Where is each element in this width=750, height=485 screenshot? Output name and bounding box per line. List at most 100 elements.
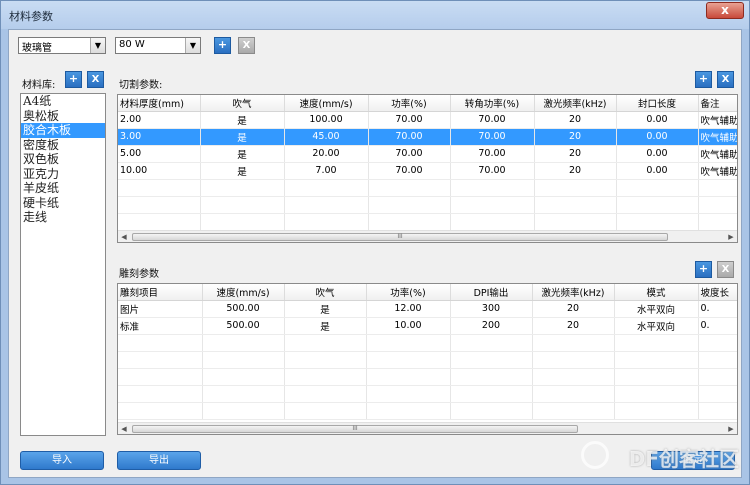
scroll-left-icon[interactable]: ◀ <box>118 423 130 434</box>
table-cell[interactable]: 是 <box>284 317 367 335</box>
delete-engrave-row-button[interactable]: X <box>717 261 734 278</box>
column-header[interactable]: DPI输出 <box>450 284 533 301</box>
table-cell[interactable]: 是 <box>200 111 285 129</box>
table-row[interactable]: 3.00 是 45.00 70.00 70.00 20 0.00 吹气辅助 <box>118 128 737 146</box>
table-cell[interactable]: 70.00 <box>368 111 451 129</box>
table-cell[interactable]: 是 <box>200 128 285 146</box>
delete-material-button[interactable]: X <box>87 71 104 88</box>
scroll-right-icon[interactable]: ▶ <box>725 423 737 434</box>
table-cell[interactable]: 12.00 <box>366 300 451 318</box>
column-header[interactable]: 激光频率(kHz) <box>532 284 615 301</box>
table-row[interactable]: 图片 500.00 是 12.00 300 20 水平双向 0. <box>118 300 737 318</box>
column-header[interactable]: 坡度长 <box>698 284 737 301</box>
table-cell[interactable]: 20 <box>534 162 617 180</box>
column-header[interactable]: 备注 <box>698 95 737 112</box>
power-select[interactable]: 80 W ▼ <box>115 37 201 54</box>
add-cut-row-button[interactable]: + <box>695 71 712 88</box>
table-row[interactable]: 标准 500.00 是 10.00 200 20 水平双向 0. <box>118 317 737 335</box>
table-cell[interactable]: 3.00 <box>118 128 201 146</box>
delete-tube-button[interactable]: X <box>238 37 255 54</box>
close-button[interactable]: x <box>706 2 744 19</box>
table-cell[interactable]: 70.00 <box>450 128 535 146</box>
list-item[interactable]: A4纸 <box>21 94 105 109</box>
table-cell[interactable]: 70.00 <box>368 128 451 146</box>
table-cell[interactable]: 吹气辅助 <box>698 128 737 146</box>
column-header[interactable]: 激光频率(kHz) <box>534 95 617 112</box>
delete-cut-row-button[interactable]: X <box>717 71 734 88</box>
table-cell[interactable]: 吹气辅助 <box>698 111 737 129</box>
table-cell[interactable]: 7.00 <box>284 162 369 180</box>
table-cell[interactable]: 2.00 <box>118 111 201 129</box>
table-row[interactable]: 5.00 是 20.00 70.00 70.00 20 0.00 吹气辅助 <box>118 145 737 163</box>
scroll-left-icon[interactable]: ◀ <box>118 231 130 242</box>
scrollbar-thumb[interactable]: III <box>132 425 578 433</box>
column-header[interactable]: 功率(%) <box>366 284 451 301</box>
column-header[interactable]: 雕刻项目 <box>118 284 203 301</box>
export-button[interactable]: 导出 <box>117 451 201 470</box>
table-cell[interactable]: 70.00 <box>450 162 535 180</box>
engrave-table-scrollbar[interactable]: ◀ III ▶ <box>118 422 737 434</box>
table-row[interactable]: 2.00 是 100.00 70.00 70.00 20 0.00 吹气辅助 <box>118 111 737 129</box>
table-cell[interactable]: 500.00 <box>202 300 285 318</box>
table-cell[interactable]: 5.00 <box>118 145 201 163</box>
list-item[interactable]: 胶合木板 <box>21 123 105 138</box>
scroll-right-icon[interactable]: ▶ <box>725 231 737 242</box>
column-header[interactable]: 速度(mm/s) <box>284 95 369 112</box>
table-cell[interactable]: 水平双向 <box>614 300 699 318</box>
table-cell[interactable]: 0. <box>698 317 737 335</box>
table-cell[interactable]: 200 <box>450 317 533 335</box>
import-button[interactable]: 导入 <box>20 451 104 470</box>
table-cell[interactable]: 45.00 <box>284 128 369 146</box>
list-item[interactable]: 走线 <box>21 210 105 225</box>
column-header[interactable]: 吹气 <box>200 95 285 112</box>
add-material-button[interactable]: + <box>65 71 82 88</box>
table-cell[interactable]: 0. <box>698 300 737 318</box>
column-header[interactable]: 功率(%) <box>368 95 451 112</box>
list-item[interactable]: 硬卡纸 <box>21 196 105 211</box>
table-cell[interactable]: 标准 <box>118 317 203 335</box>
table-cell[interactable]: 20 <box>532 300 615 318</box>
table-cell[interactable]: 是 <box>284 300 367 318</box>
table-cell[interactable]: 500.00 <box>202 317 285 335</box>
table-cell[interactable]: 10.00 <box>118 162 201 180</box>
table-cell[interactable]: 0.00 <box>616 128 699 146</box>
material-library-list[interactable]: A4纸 奥松板 胶合木板 密度板 双色板 亚克力 羊皮纸 硬卡纸 走线 <box>20 93 106 436</box>
table-cell[interactable]: 水平双向 <box>614 317 699 335</box>
table-cell[interactable]: 20 <box>534 145 617 163</box>
table-cell[interactable]: 300 <box>450 300 533 318</box>
scrollbar-thumb[interactable]: III <box>132 233 668 241</box>
list-item[interactable]: 密度板 <box>21 138 105 153</box>
table-cell[interactable]: 吹气辅助 <box>698 162 737 180</box>
table-cell[interactable]: 70.00 <box>450 145 535 163</box>
table-cell[interactable]: 70.00 <box>368 162 451 180</box>
add-engrave-row-button[interactable]: + <box>695 261 712 278</box>
table-cell[interactable]: 0.00 <box>616 111 699 129</box>
table-cell[interactable]: 0.00 <box>616 145 699 163</box>
column-header[interactable]: 材料厚度(mm) <box>118 95 201 112</box>
table-cell[interactable]: 是 <box>200 145 285 163</box>
table-cell[interactable]: 吹气辅助 <box>698 145 737 163</box>
table-cell[interactable]: 图片 <box>118 300 203 318</box>
column-header[interactable]: 模式 <box>614 284 699 301</box>
table-cell[interactable]: 20.00 <box>284 145 369 163</box>
list-item[interactable]: 双色板 <box>21 152 105 167</box>
table-cell[interactable]: 70.00 <box>368 145 451 163</box>
tube-type-select[interactable]: 玻璃管 ▼ <box>18 37 106 54</box>
cut-table-scrollbar[interactable]: ◀ III ▶ <box>118 230 737 242</box>
table-row[interactable]: 10.00 是 7.00 70.00 70.00 20 0.00 吹气辅助 <box>118 162 737 180</box>
column-header[interactable]: 转角功率(%) <box>450 95 535 112</box>
column-header[interactable]: 封口长度 <box>616 95 699 112</box>
table-cell[interactable]: 20 <box>534 111 617 129</box>
list-item[interactable]: 奥松板 <box>21 109 105 124</box>
list-item[interactable]: 亚克力 <box>21 167 105 182</box>
table-cell[interactable]: 20 <box>532 317 615 335</box>
list-item[interactable]: 羊皮纸 <box>21 181 105 196</box>
table-cell[interactable]: 10.00 <box>366 317 451 335</box>
table-cell[interactable]: 20 <box>534 128 617 146</box>
column-header[interactable]: 吹气 <box>284 284 367 301</box>
table-cell[interactable]: 是 <box>200 162 285 180</box>
table-cell[interactable]: 0.00 <box>616 162 699 180</box>
table-cell[interactable]: 100.00 <box>284 111 369 129</box>
add-tube-button[interactable]: + <box>214 37 231 54</box>
table-cell[interactable]: 70.00 <box>450 111 535 129</box>
